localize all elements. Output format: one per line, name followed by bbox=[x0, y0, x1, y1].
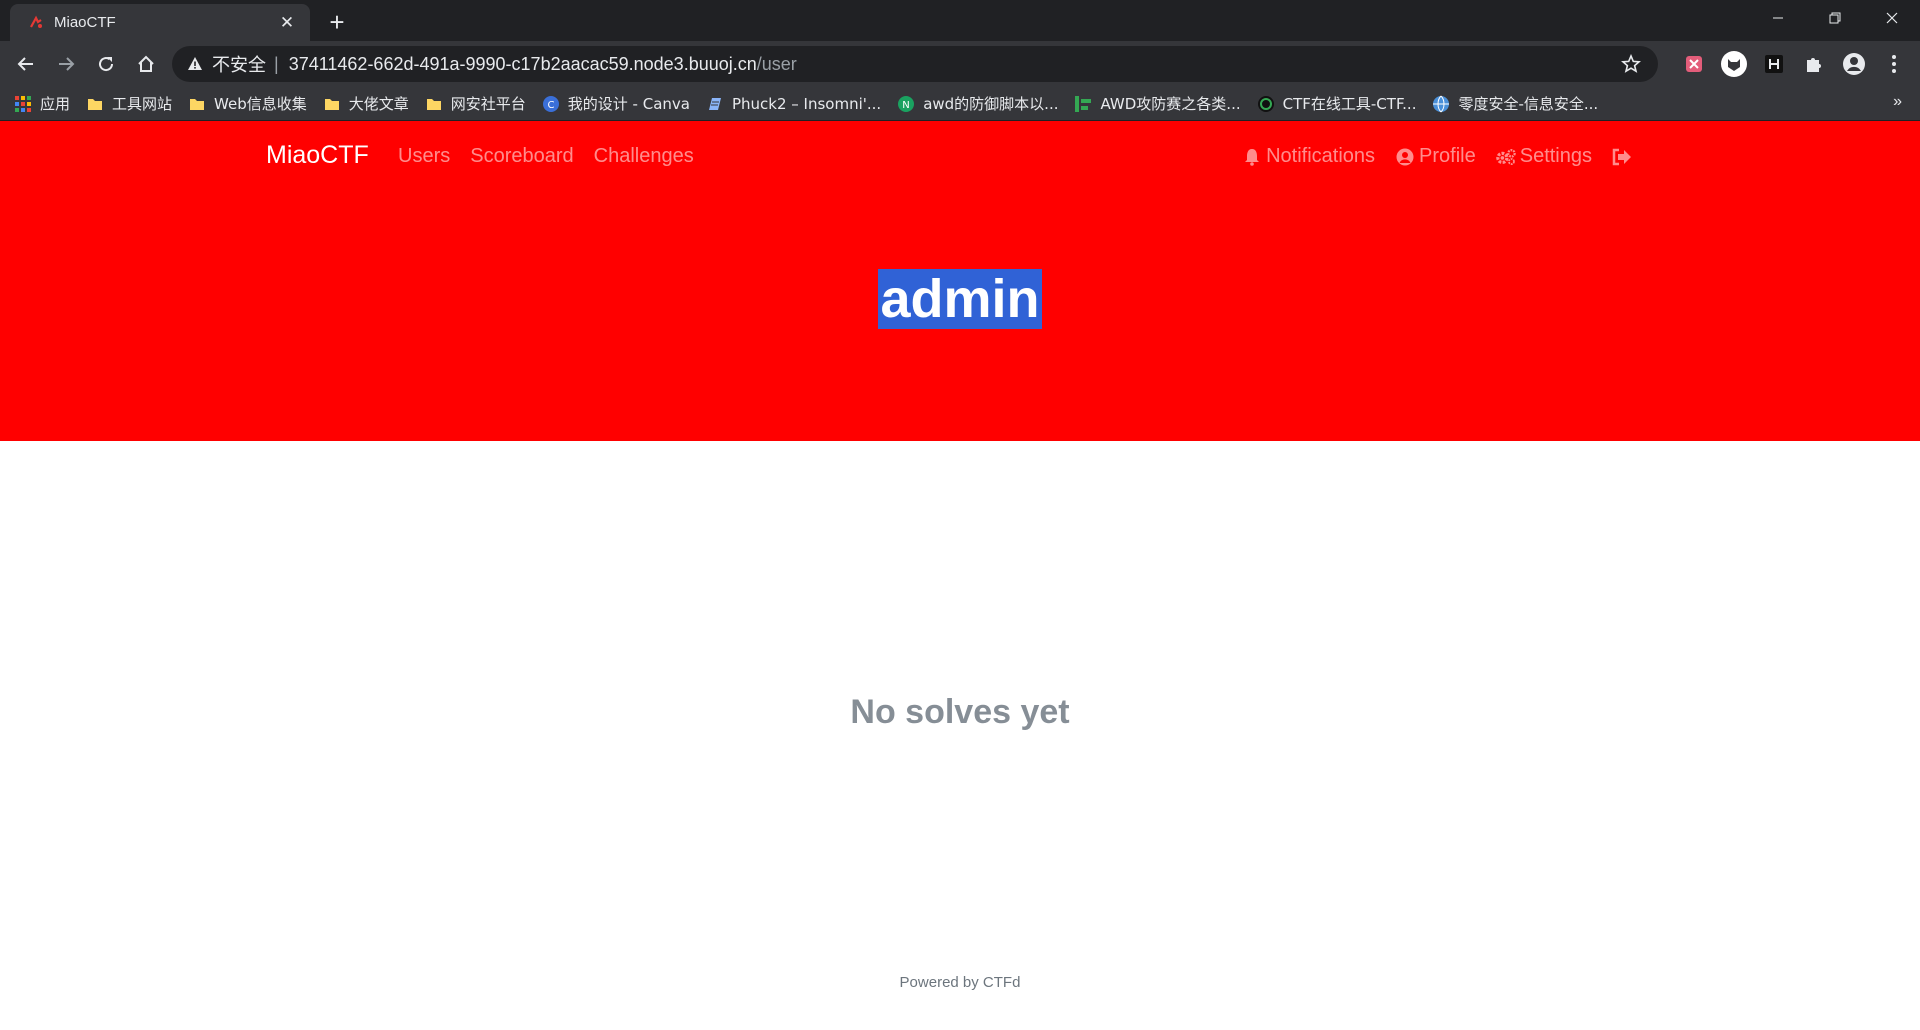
nav-notifications-label: Notifications bbox=[1266, 145, 1376, 167]
close-window-icon[interactable] bbox=[1863, 0, 1920, 36]
bookmark-ctf-tools[interactable]: CTF在线工具-CTF... bbox=[1257, 93, 1417, 114]
bookmark-label: CTF在线工具-CTF... bbox=[1282, 95, 1417, 113]
restore-icon[interactable] bbox=[1806, 0, 1863, 36]
site-brand-link[interactable]: MiaoCTF bbox=[266, 141, 369, 170]
nav-settings-link[interactable]: Settings bbox=[1495, 145, 1592, 168]
page-icon bbox=[706, 95, 724, 113]
browser-toolbar: 不安全 | 37411462-662d-491a-9990-c17b2aacac… bbox=[0, 41, 1920, 87]
account-avatar-icon[interactable] bbox=[1834, 44, 1874, 84]
nav-right: Notifications Profile Settings bbox=[1222, 145, 1636, 168]
bookmark-folder-web-info[interactable]: Web信息收集 bbox=[188, 93, 307, 114]
bookmark-label: 大佬文章 bbox=[348, 95, 409, 113]
bookmarks-overflow-button[interactable]: » bbox=[1893, 93, 1902, 111]
nav-scoreboard-link[interactable]: Scoreboard bbox=[470, 145, 573, 168]
globe-icon bbox=[1432, 95, 1450, 113]
extension-shield-icon[interactable] bbox=[1674, 44, 1714, 84]
address-bar[interactable]: 不安全 | 37411462-662d-491a-9990-c17b2aacac… bbox=[172, 46, 1658, 82]
home-icon[interactable] bbox=[126, 44, 166, 84]
nav-notifications-link[interactable]: Notifications bbox=[1242, 145, 1375, 168]
extension-fox-icon[interactable] bbox=[1714, 44, 1754, 84]
bookmark-apps[interactable]: 应用 bbox=[14, 93, 70, 114]
ctfd-favicon-icon bbox=[28, 15, 44, 31]
nav-left: Users Scoreboard Challenges bbox=[398, 145, 714, 168]
back-arrow-icon[interactable] bbox=[6, 44, 46, 84]
bookmark-label: Phuck2 – Insomni'... bbox=[731, 94, 882, 113]
bookmarks-bar: 应用 工具网站 Web信息收集 大佬文章 网安社平台 C 我的设计 - Canv… bbox=[0, 87, 1920, 121]
window-controls bbox=[1749, 0, 1920, 36]
user-name-heading: admin bbox=[0, 269, 1920, 329]
user-jumbotron: MiaoCTF Users Scoreboard Challenges Noti… bbox=[0, 121, 1920, 441]
canva-icon: C bbox=[542, 95, 560, 113]
new-tab-button[interactable]: + bbox=[322, 8, 352, 38]
bookmark-label: Web信息收集 bbox=[214, 95, 307, 113]
bookmark-label: 零度安全-信息安全... bbox=[1458, 95, 1599, 113]
svg-text:N: N bbox=[902, 100, 909, 111]
apps-grid-icon bbox=[14, 95, 32, 113]
bookmark-label: 我的设计 - Canva bbox=[567, 95, 690, 113]
url-path: /user bbox=[756, 53, 797, 74]
sign-out-icon bbox=[1612, 147, 1632, 167]
bookmark-label: awd的防御脚本以... bbox=[923, 95, 1059, 113]
bookmark-phuck2[interactable]: Phuck2 – Insomni'... bbox=[706, 95, 881, 113]
bookmark-label: AWD攻防赛之各类... bbox=[1100, 95, 1241, 113]
bookmark-folder-articles[interactable]: 大佬文章 bbox=[323, 93, 409, 114]
bookmark-canva[interactable]: C 我的设计 - Canva bbox=[542, 93, 690, 114]
forward-arrow-icon[interactable] bbox=[46, 44, 86, 84]
n-circle-icon: N bbox=[897, 95, 915, 113]
extension-h-icon[interactable] bbox=[1754, 44, 1794, 84]
bell-icon bbox=[1242, 147, 1262, 167]
folder-icon bbox=[425, 95, 443, 113]
bookmark-star-icon[interactable] bbox=[1618, 51, 1644, 77]
bookmark-zero-security[interactable]: 零度安全-信息安全... bbox=[1432, 93, 1598, 114]
minimize-icon[interactable] bbox=[1749, 0, 1806, 36]
extensions-puzzle-icon[interactable] bbox=[1794, 44, 1834, 84]
empty-solves-message: No solves yet bbox=[850, 693, 1070, 731]
bookmark-folder-platform[interactable]: 网安社平台 bbox=[425, 93, 526, 114]
user-name-text: admin bbox=[878, 269, 1042, 329]
nav-profile-link[interactable]: Profile bbox=[1395, 145, 1476, 168]
cogs-icon bbox=[1495, 147, 1516, 167]
not-secure-label[interactable]: 不安全 bbox=[212, 51, 266, 77]
bookmark-folder-tools[interactable]: 工具网站 bbox=[86, 93, 172, 114]
tab-close-icon[interactable]: ✕ bbox=[276, 12, 298, 34]
ctf-circle-icon bbox=[1257, 95, 1275, 113]
folder-icon bbox=[86, 95, 104, 113]
reload-icon[interactable] bbox=[86, 44, 126, 84]
bars-icon bbox=[1074, 95, 1092, 113]
folder-icon bbox=[188, 95, 206, 113]
svg-text:C: C bbox=[547, 100, 554, 111]
site-footer: Powered by CTFd bbox=[0, 974, 1920, 991]
browser-menu-icon[interactable] bbox=[1874, 44, 1914, 84]
warning-triangle-icon[interactable] bbox=[186, 55, 204, 73]
browser-tab[interactable]: MiaoCTF ✕ bbox=[10, 4, 310, 41]
nav-settings-label: Settings bbox=[1519, 145, 1592, 167]
user-circle-icon bbox=[1395, 147, 1415, 167]
site-navbar: MiaoCTF Users Scoreboard Challenges Noti… bbox=[0, 121, 1920, 193]
omnibox-separator: | bbox=[274, 53, 279, 74]
bookmark-label: 工具网站 bbox=[112, 95, 173, 113]
browser-tabstrip: MiaoCTF ✕ + bbox=[0, 0, 1920, 41]
bookmark-awd-script[interactable]: N awd的防御脚本以... bbox=[897, 93, 1058, 114]
url-host: 37411462-662d-491a-9990-c17b2aacac59.nod… bbox=[288, 53, 757, 74]
nav-logout-link[interactable] bbox=[1612, 147, 1636, 167]
nav-users-link[interactable]: Users bbox=[398, 145, 450, 168]
bookmark-label: 应用 bbox=[40, 95, 71, 113]
bookmark-label: 网安社平台 bbox=[450, 95, 526, 113]
bookmark-awd-attack[interactable]: AWD攻防赛之各类... bbox=[1074, 93, 1241, 114]
powered-by-link[interactable]: Powered by CTFd bbox=[900, 974, 1021, 991]
tab-title: MiaoCTF bbox=[54, 14, 116, 31]
nav-profile-label: Profile bbox=[1419, 145, 1476, 167]
nav-challenges-link[interactable]: Challenges bbox=[594, 145, 694, 168]
folder-icon bbox=[323, 95, 341, 113]
page-content: MiaoCTF Users Scoreboard Challenges Noti… bbox=[0, 121, 1920, 1030]
